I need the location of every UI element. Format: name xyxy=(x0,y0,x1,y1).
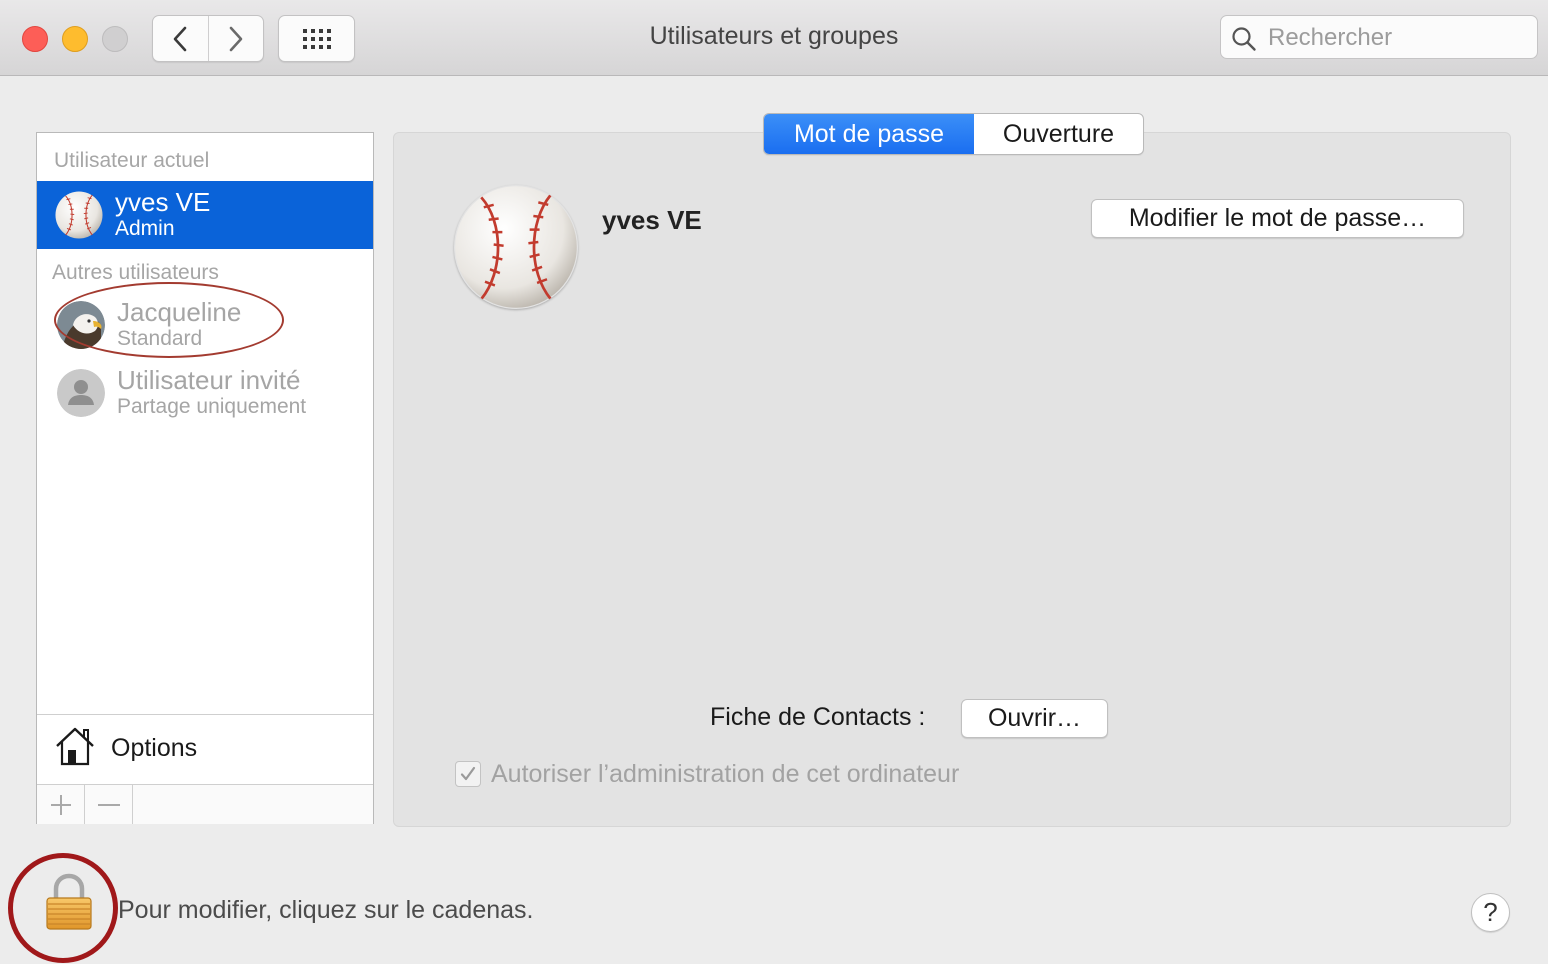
baseball-icon xyxy=(55,191,103,239)
lock-instruction: Pour modifier, cliquez sur le cadenas. xyxy=(118,896,534,924)
tab-password[interactable]: Mot de passe xyxy=(764,114,974,154)
contacts-card-label: Fiche de Contacts : xyxy=(710,703,926,731)
user-row-yves[interactable]: yves VE Admin xyxy=(37,181,373,249)
admin-checkbox-label: Autoriser l’administration de cet ordina… xyxy=(491,760,960,788)
eagle-icon xyxy=(57,301,105,349)
login-options-row[interactable]: Options xyxy=(37,714,373,785)
person-icon xyxy=(57,369,105,417)
user-row-jacqueline[interactable]: Jacqueline Standard xyxy=(37,291,373,359)
user-role: Partage uniquement xyxy=(117,395,307,418)
admin-checkbox[interactable] xyxy=(455,761,481,787)
user-name: yves VE xyxy=(115,187,211,217)
minus-icon xyxy=(97,803,120,806)
other-users-section-label: Autres utilisateurs xyxy=(52,261,219,284)
window-toolbar: Utilisateurs et groupes xyxy=(0,0,1548,76)
user-name: Jacqueline xyxy=(117,297,242,327)
current-user-section-label: Utilisateur actuel xyxy=(54,149,210,172)
user-row-guest[interactable]: Utilisateur invité Partage uniquement xyxy=(37,359,373,427)
help-button[interactable]: ? xyxy=(1471,893,1510,932)
search-input[interactable] xyxy=(1266,21,1530,55)
user-role: Standard xyxy=(117,327,203,350)
tab-bar: Mot de passe Ouverture xyxy=(763,113,1144,155)
add-user-button[interactable] xyxy=(37,785,85,824)
search-icon xyxy=(1232,27,1256,51)
remove-user-button[interactable] xyxy=(85,785,133,824)
search-field[interactable] xyxy=(1220,15,1538,59)
tab-login-items[interactable]: Ouverture xyxy=(974,114,1143,154)
user-picture[interactable] xyxy=(454,185,578,309)
add-remove-bar xyxy=(37,784,373,824)
house-icon xyxy=(56,727,94,766)
baseball-icon xyxy=(454,185,578,309)
change-password-button[interactable]: Modifier le mot de passe… xyxy=(1091,199,1464,238)
plus-icon xyxy=(50,794,71,815)
options-label: Options xyxy=(111,734,198,762)
lock-icon[interactable] xyxy=(44,873,94,931)
user-name: Utilisateur invité xyxy=(117,365,301,395)
detail-user-name: yves VE xyxy=(602,205,702,235)
open-contacts-button[interactable]: Ouvrir… xyxy=(961,699,1108,738)
checkmark-icon xyxy=(460,766,476,781)
user-list: Utilisateur actuel yves VE Admin Autres … xyxy=(36,132,374,824)
user-role: Admin xyxy=(115,217,175,240)
